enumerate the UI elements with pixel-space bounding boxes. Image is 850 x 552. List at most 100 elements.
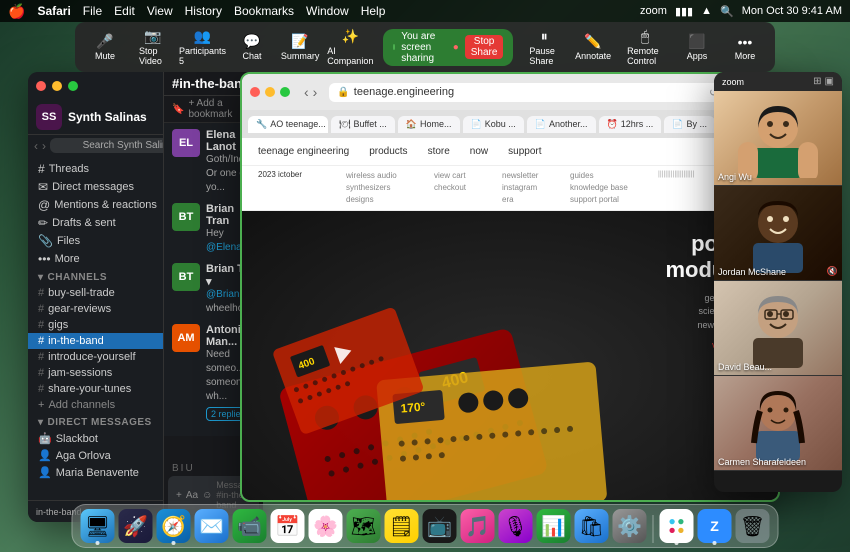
menu-view[interactable]: View [147,4,173,18]
mute-button[interactable]: 🎤 Mute [83,31,127,63]
avatar: BT [172,203,200,231]
forward-button[interactable]: › [313,84,318,100]
safari-tab-active[interactable]: 🔧 AO teenage... [248,116,328,133]
menu-help[interactable]: Help [361,4,386,18]
notes-icon[interactable]: 🗒 [385,509,419,543]
trash-icon[interactable]: 🗑 [736,509,770,543]
podcasts-icon[interactable]: 🎙 [499,509,533,543]
dock-notes: 🗒 [385,509,419,543]
ai-button[interactable]: ✨ AI Companion [326,26,375,68]
apps-button[interactable]: ⬛ Apps [675,31,719,63]
te-nav-support[interactable]: support [508,146,541,157]
annotate-icon: ✏️ [584,33,601,50]
pause-label: Pause Share [529,46,559,66]
chat-icon: 💬 [243,33,260,50]
back-icon[interactable]: ‹ [34,139,38,153]
zoom-icon[interactable]: Z [698,509,732,543]
safari-tab-3[interactable]: 📄 Kobu ... [463,116,524,133]
menu-app[interactable]: Safari [37,4,70,18]
apps-label: Apps [687,51,708,61]
safari-close-button[interactable] [250,87,260,97]
share-dot [393,44,396,50]
maximize-button[interactable] [68,81,78,91]
calendar-icon[interactable]: 📅 [271,509,305,543]
safari-url-bar[interactable]: 🔒 teenage.engineering ↺ [329,83,726,102]
safari-tab-6[interactable]: 📄 By ... [664,116,715,133]
safari-tab-4[interactable]: 📄 Another... [527,116,596,133]
te-nav-store[interactable]: store [428,146,450,157]
avatar: BT [172,263,200,291]
finder-icon[interactable]: 🖥 [81,509,115,543]
dock-settings: ⚙️ [613,509,647,543]
te-hero-section: pocketmodula... get your han... science,… [242,211,778,502]
appstore-icon[interactable]: 🛍 [575,509,609,543]
tab-favicon: 📄 [672,119,683,130]
te-nav-products[interactable]: products [369,146,407,157]
tv-icon[interactable]: 📺 [423,509,457,543]
remote-button[interactable]: 🖱 Remote Control [619,26,671,68]
stop-share-button[interactable]: Stop Share [465,35,504,59]
dock-separator [653,515,654,543]
music-icon[interactable]: 🎵 [461,509,495,543]
bold-btn[interactable]: B [172,463,179,474]
settings-icon[interactable]: ⚙️ [613,509,647,543]
te-nav-brand[interactable]: teenage engineering [258,146,349,157]
slackbot-name: Slackbot [56,433,98,445]
menu-file[interactable]: File [83,4,102,18]
menubar-right: zoom ▮▮▮ ▲ 🔍 Mon Oct 30 9:41 AM [640,5,842,18]
summary-label: Summary [281,51,320,61]
drafts-icon: ✏ [38,216,48,230]
te-col-date: 2023 ictober [258,170,338,206]
launchpad-icon[interactable]: 🚀 [119,509,153,543]
numbers-icon[interactable]: 📊 [537,509,571,543]
te-product-visual: 400 [242,276,698,502]
back-button[interactable]: ‹ [304,84,309,100]
search-icon[interactable]: 🔍 [720,5,734,18]
underline-btn[interactable]: U [185,463,192,474]
workspace-icon: SS [36,104,62,130]
summary-button[interactable]: 📝 Summary [278,31,322,63]
video-button[interactable]: 📷 Stop Video [131,26,175,68]
safari-tab-5[interactable]: ⏰ 12hrs ... [599,116,662,133]
safari-tab-2[interactable]: 🏠 Home... [398,116,460,133]
participants-label: Participants 5 [179,46,226,66]
safari-minimize-button[interactable] [265,87,275,97]
participants-button[interactable]: 👥 Participants 5 [179,26,226,68]
menu-window[interactable]: Window [306,4,349,18]
drafts-label: Drafts & sent [52,217,116,229]
safari-titlebar: ‹ › 🔒 teenage.engineering ↺ ⊞ ↑ [242,74,778,110]
apple-menu[interactable]: 🍎 [8,3,25,20]
emoji-icon[interactable]: ☺ [202,490,212,501]
pause-share-button[interactable]: ⏸ Pause Share [521,26,567,68]
chat-button[interactable]: 💬 Chat [230,31,274,63]
more-button[interactable]: ••• More [723,32,767,63]
menu-history[interactable]: History [185,4,222,18]
menu-bookmarks[interactable]: Bookmarks [234,4,294,18]
safari-tab-1[interactable]: 🍽 Buffet ... [331,116,395,133]
video-tile-4: Carmen Sharafeldeen [714,376,842,471]
safari-maximize-button[interactable] [280,87,290,97]
attach-icon[interactable]: + [176,490,182,501]
close-button[interactable] [36,81,46,91]
maps-icon[interactable]: 🗺 [347,509,381,543]
te-now-desc: newsletterinstagramera [502,170,562,206]
safari-icon[interactable]: 🧭 [157,509,191,543]
italic-btn[interactable]: I [181,463,184,474]
te-nav-now[interactable]: now [470,146,488,157]
files-label: Files [57,235,80,247]
channel-name: buy-sell-trade [48,287,115,299]
ai-icon: ✨ [342,28,359,45]
annotate-button[interactable]: ✏️ Annotate [571,31,615,63]
speaker-view-icon[interactable]: ▣ [825,76,834,87]
menu-edit[interactable]: Edit [114,4,135,18]
forward-icon[interactable]: › [42,139,46,153]
grid-view-icon[interactable]: ⊞ [813,76,821,87]
channel-hash: # [38,319,44,331]
video-label: Stop Video [139,46,167,66]
minimize-button[interactable] [52,81,62,91]
slack-icon[interactable] [660,509,694,543]
facetime-icon[interactable]: 📹 [233,509,267,543]
te-nav-bar: teenage engineering products store now s… [242,138,778,166]
photos-icon[interactable]: 🌸 [309,509,343,543]
mail-icon[interactable]: ✉️ [195,509,229,543]
